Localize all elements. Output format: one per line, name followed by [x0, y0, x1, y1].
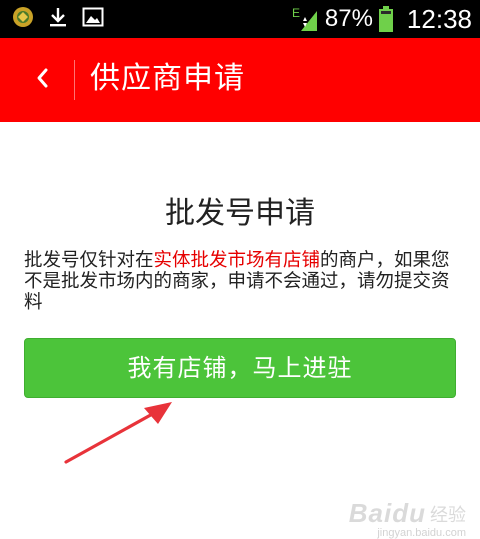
chevron-left-icon: [34, 66, 50, 94]
page-title: 批发号申请: [165, 196, 315, 231]
watermark-url: jingyan.baidu.com: [377, 527, 466, 539]
back-button[interactable]: [14, 52, 70, 108]
notification-icons: [12, 6, 104, 28]
download-icon: [48, 6, 68, 28]
app-header: 供应商申请: [0, 38, 480, 122]
description-prefix: 批发号仅针对在: [24, 250, 154, 271]
battery-icon: [378, 6, 393, 32]
header-title: 供应商申请: [90, 61, 245, 96]
header-divider: [74, 60, 75, 100]
network-type-label: E: [292, 6, 300, 20]
image-icon: [82, 7, 104, 27]
battery-percent: 87%: [324, 5, 373, 32]
app-notification-icon: [12, 6, 34, 28]
join-now-button[interactable]: 我有店铺，马上进驻: [24, 338, 456, 398]
clock: 12:38: [406, 4, 472, 34]
signal-icon: E: [291, 5, 319, 33]
description-highlight: 实体批发市场有店铺: [153, 250, 321, 271]
watermark-text: 经验: [430, 504, 466, 526]
status-bar: E 87% 12:38: [0, 0, 480, 38]
description: 批发号仅针对在实体批发市场有店铺的商户，如果您不是批发市场内的商家，申请不会通过…: [24, 250, 456, 313]
watermark-brand: Baidu: [348, 498, 426, 528]
annotation-arrow-icon: [60, 396, 180, 472]
watermark: Baidu 经验: [349, 498, 466, 529]
system-status: E 87% 12:38: [291, 0, 472, 38]
